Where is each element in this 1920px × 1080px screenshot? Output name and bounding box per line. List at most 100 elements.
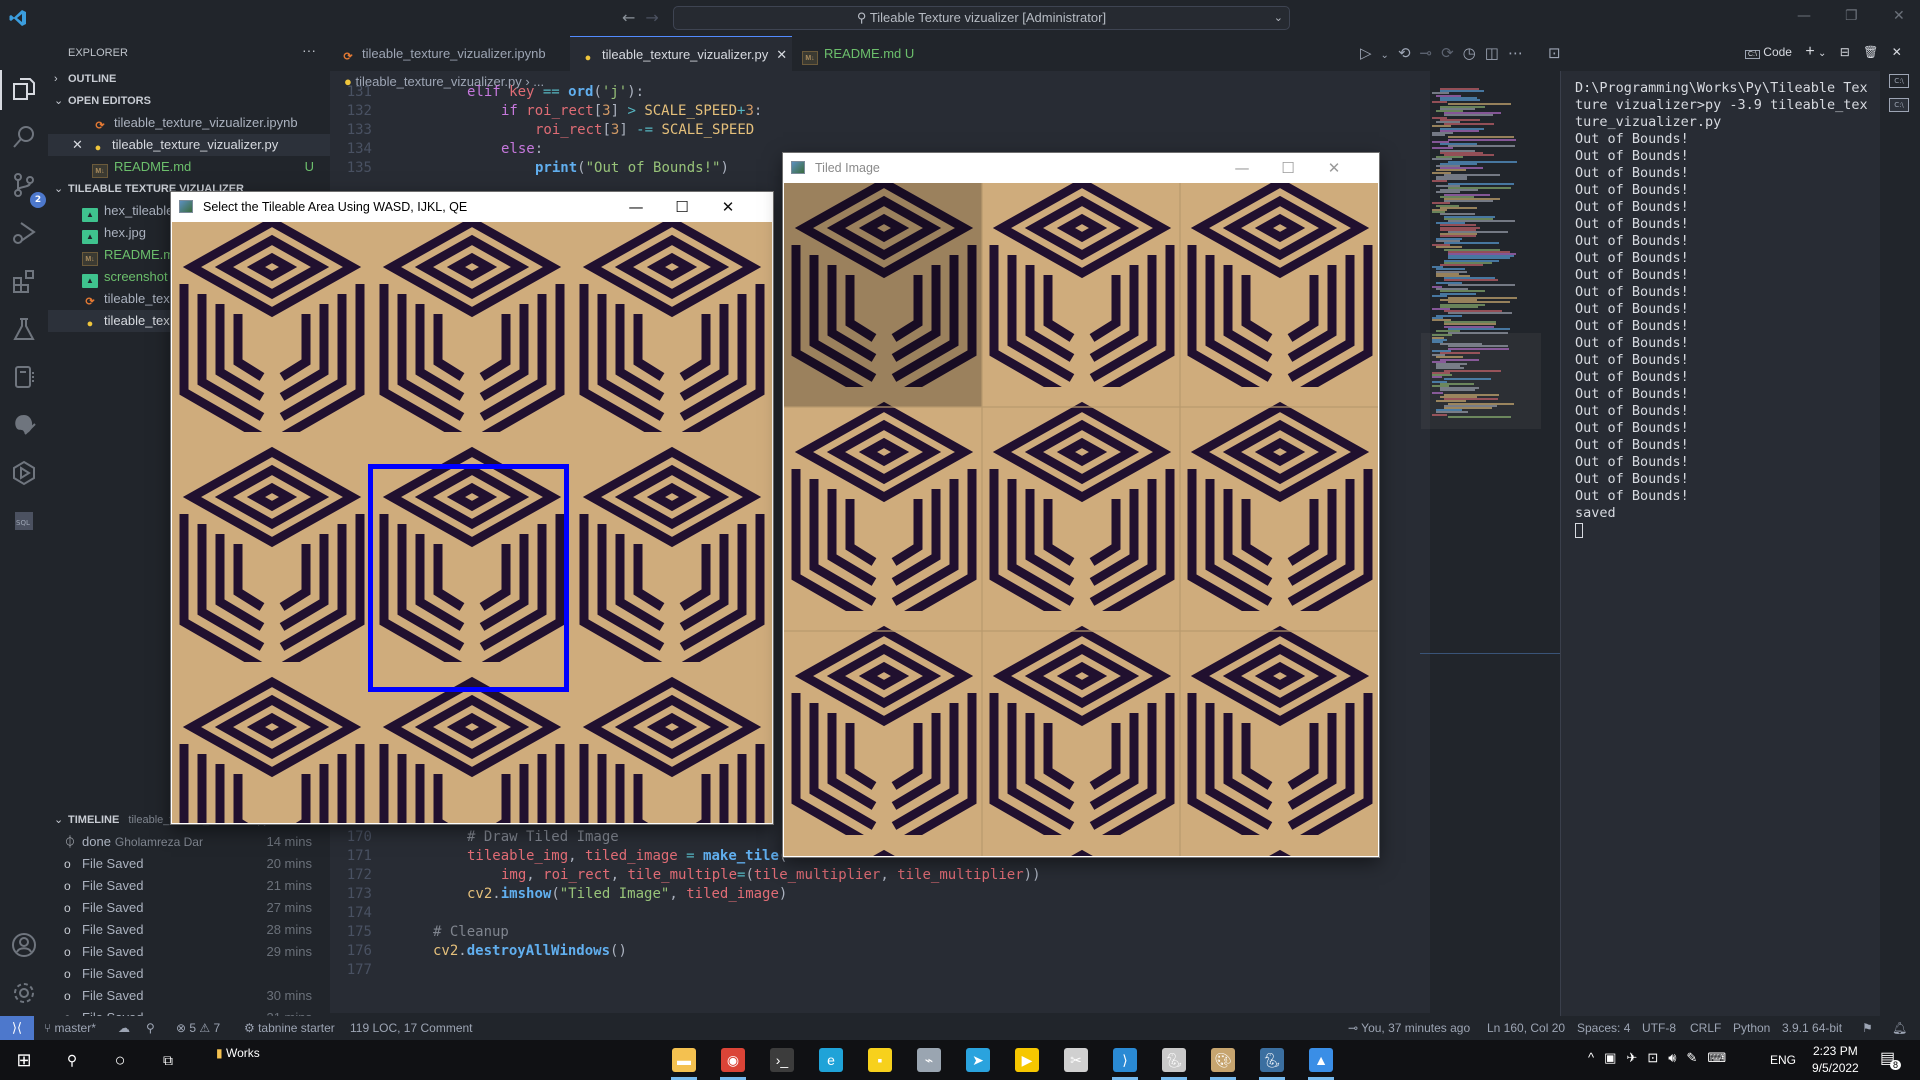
minimap[interactable] (1422, 88, 1542, 428)
python-app-icon[interactable]: 🐍︎ (1260, 1048, 1284, 1072)
step-forward-icon[interactable]: ⟳ (1441, 44, 1463, 62)
timeline-item[interactable]: ⏀ done Gholamreza Dar 14 mins (48, 831, 330, 853)
minimize-button[interactable]: — (1219, 153, 1265, 183)
bluetooth-icon[interactable]: ✈ (1626, 1050, 1647, 1065)
chevron-down-icon[interactable]: ⌄ (1274, 7, 1283, 29)
files-icon[interactable] (8, 76, 40, 108)
open-editor-item[interactable]: ⟳ tileable_texture_vizualizer.ipynb (48, 112, 330, 134)
command-center-search[interactable]: ⚲ Tileable Texture vizualizer [Administr… (673, 6, 1290, 30)
git-blame-status[interactable]: ⊸ You, 37 minutes ago (1348, 1016, 1470, 1040)
timeline-item[interactable]: o File Saved 21 mins (48, 875, 330, 897)
timeline-item[interactable]: o File Saved 28 mins (48, 919, 330, 941)
notification-center-icon[interactable]: ▤ 8 (1880, 1048, 1902, 1070)
maximize-button[interactable]: ☐ (659, 192, 705, 222)
terminal-shell-label[interactable]: Code (1763, 45, 1792, 59)
timeline-item[interactable]: o File Saved 30 mins (48, 985, 330, 1007)
folder-toolbar[interactable]: ▮ Works (216, 1046, 260, 1060)
terminal-toggle-icon[interactable]: ⊡ (1548, 44, 1570, 62)
paint-icon[interactable]: 🎨︎ (1211, 1048, 1235, 1072)
trash-icon[interactable]: 🗑 (1863, 45, 1878, 59)
edge-icon[interactable]: e (819, 1048, 843, 1072)
windows-start-icon[interactable]: ⊞ (12, 1048, 36, 1072)
tabnine-status[interactable]: ⚙ tabnine starter (244, 1016, 335, 1040)
step-back-icon[interactable]: ⟲ (1398, 44, 1420, 62)
close-button[interactable]: ✕ (705, 192, 751, 222)
notebook-icon[interactable] (8, 364, 40, 396)
run-icon[interactable]: ▷ (1360, 44, 1381, 62)
gear-icon[interactable] (8, 980, 40, 1012)
open-editor-item[interactable]: M↓ README.md U (48, 156, 330, 178)
more-icon[interactable]: ⋯ (1508, 44, 1532, 62)
select-window-titlebar[interactable]: Select the Tileable Area Using WASD, IJK… (171, 192, 467, 222)
chrome-icon[interactable]: ◉ (721, 1048, 745, 1072)
forward-arrow-icon[interactable]: → (645, 8, 668, 27)
split-editor-icon[interactable]: ◫ (1485, 44, 1508, 62)
branch-status[interactable]: ⑂ master* (44, 1016, 96, 1040)
close-button[interactable]: ✕ (1311, 153, 1357, 183)
sticky-notes-icon[interactable]: ▪ (868, 1048, 892, 1072)
problems-status[interactable]: ⊗ 5 ⚠ 7 (176, 1016, 220, 1040)
remote-icon[interactable]: ⟩⟨ (0, 1016, 34, 1040)
maximize-button[interactable]: ☐ (1265, 153, 1311, 183)
cloud-sync-icon[interactable]: ☁ (118, 1016, 130, 1040)
loc-status[interactable]: 119 LOC, 17 Comment (350, 1016, 473, 1040)
live-share-icon[interactable]: ⚲ (146, 1016, 155, 1040)
tray-overflow-icon[interactable]: ^ (1588, 1050, 1604, 1065)
close-tab-icon[interactable]: ✕ (776, 47, 787, 62)
snipping-icon[interactable]: ✂ (1064, 1048, 1088, 1072)
tab-readme[interactable]: M↓ README.md U (792, 36, 922, 71)
more-actions-icon[interactable]: ··· (302, 42, 316, 58)
search-icon[interactable]: ⚲ (60, 1048, 84, 1072)
open-editors-section[interactable]: ⌄ OPEN EDITORS (48, 90, 330, 112)
eol-status[interactable]: CRLF (1690, 1016, 1721, 1040)
tab-py[interactable]: ● tileable_texture_vizualizer.py ✕ (570, 36, 792, 71)
tiled-image-window[interactable]: Tiled Image — ☐ ✕ (783, 153, 1379, 857)
source-texture-image[interactable] (172, 222, 772, 823)
timeline-item[interactable]: o File Saved 29 mins (48, 941, 330, 963)
account-icon[interactable] (8, 932, 40, 964)
split-terminal-icon[interactable]: ⊟ (1840, 45, 1850, 59)
minimize-button[interactable]: — (1797, 8, 1811, 24)
palette-icon[interactable] (8, 412, 40, 444)
player-icon[interactable]: ▶ (1015, 1048, 1039, 1072)
monitor-icon[interactable]: ⌁ (917, 1048, 941, 1072)
vscode-icon[interactable]: ⟩ (1113, 1048, 1137, 1072)
cube-play-icon[interactable] (8, 460, 40, 492)
encoding-status[interactable]: UTF-8 (1642, 1016, 1676, 1040)
timeline-icon[interactable]: ◷ (1463, 44, 1485, 62)
extensions-icon[interactable] (8, 268, 40, 300)
minimize-button[interactable]: — (613, 192, 659, 222)
notifications-bell-icon[interactable]: 🔔︎ (1892, 1016, 1907, 1040)
telegram-icon[interactable]: ➤ (966, 1048, 990, 1072)
cortana-icon[interactable]: ○ (108, 1048, 132, 1072)
terminal-panel[interactable]: D:\Programming\Works\Py\Tileable Tex ture… (1560, 71, 1880, 1016)
debug-icon[interactable] (8, 220, 40, 252)
indentation-status[interactable]: Spaces: 4 (1577, 1016, 1630, 1040)
terminal-instance-icon[interactable]: C:\ (1889, 74, 1909, 88)
python-interpreter[interactable]: 3.9.1 64-bit (1782, 1016, 1842, 1040)
select-area-window[interactable]: Select the Tileable Area Using WASD, IJK… (171, 192, 773, 824)
keyboard-icon[interactable]: ⌨ (1707, 1050, 1736, 1065)
outline-section[interactable]: › OUTLINE (48, 68, 330, 90)
clock[interactable]: 2:23 PM 9/5/2022 (1812, 1043, 1859, 1077)
timeline-item[interactable]: o File Saved 20 mins (48, 853, 330, 875)
photos-icon[interactable]: ▲ (1309, 1048, 1333, 1072)
new-terminal-icon[interactable]: + (1805, 43, 1814, 60)
tab-ipynb[interactable]: ⟳ tileable_texture_vizualizer.ipynb (330, 36, 570, 71)
chevron-down-icon[interactable]: ⌄ (1818, 48, 1826, 59)
restore-button[interactable]: ❐ (1845, 8, 1858, 24)
tiled-window-titlebar[interactable]: Tiled Image (783, 153, 880, 183)
feedback-icon[interactable]: ⚑ (1862, 1016, 1873, 1040)
cmd-shell-icon[interactable]: C:\ (1745, 50, 1760, 59)
task-view-icon[interactable]: ⧉ (156, 1048, 180, 1072)
python-file-icon[interactable]: 🐍︎ (1162, 1048, 1186, 1072)
pen-icon[interactable]: ✎ (1686, 1050, 1707, 1065)
open-editor-item[interactable]: ✕ ● tileable_texture_vizualizer.py (48, 134, 330, 156)
cursor-position[interactable]: Ln 160, Col 20 (1487, 1016, 1565, 1040)
input-language[interactable]: ENG (1770, 1053, 1796, 1067)
close-window-button[interactable]: ✕ (1893, 8, 1905, 24)
network-icon[interactable]: ⊡ (1647, 1050, 1668, 1065)
timeline-item[interactable]: o File Saved 27 mins (48, 897, 330, 919)
source-control-icon[interactable]: 2 (8, 172, 46, 208)
chevron-down-icon[interactable]: ⌄ (1381, 50, 1398, 61)
